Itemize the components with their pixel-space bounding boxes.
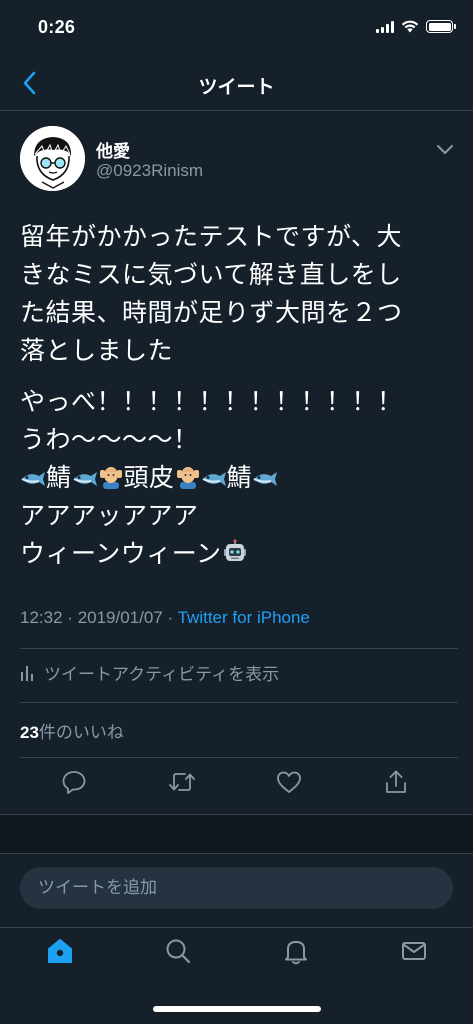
section-separator: [0, 814, 473, 854]
status-bar: 0:26: [0, 0, 473, 56]
divider: [20, 648, 458, 649]
text-line: アアアッアアア: [20, 501, 199, 530]
share-button[interactable]: [381, 767, 411, 797]
bar-chart-icon: [21, 665, 33, 681]
wifi-icon: [401, 20, 419, 33]
heart-icon: [277, 771, 301, 793]
tweet-time: 12:32: [20, 608, 63, 627]
tweet-activity-label: ツイートアクティビティを表示: [44, 665, 280, 684]
tab-search[interactable]: [163, 936, 193, 966]
tweet-date: 2019/01/07: [77, 608, 163, 627]
tab-notifications[interactable]: [281, 936, 311, 966]
bell-icon: [285, 941, 307, 965]
reply-icon: [62, 771, 86, 794]
status-time: 0:26: [38, 17, 76, 37]
home-icon: [48, 939, 72, 963]
emoji-line: 鯖 頭皮 鯖: [20, 459, 460, 497]
battery-icon: [426, 20, 456, 33]
fish-emoji-icon: [253, 472, 278, 486]
bottom-area: ツイートを追加: [0, 855, 473, 1024]
user-handle[interactable]: @0923Rinism: [96, 161, 203, 181]
status-icons: [376, 20, 456, 33]
tab-bar: [0, 927, 473, 972]
fish-emoji-icon: [73, 472, 97, 486]
tweet-activity-link[interactable]: ツイートアクティビティを表示: [20, 660, 279, 685]
like-button[interactable]: [274, 767, 304, 797]
text-fragment: ウィーンウィーン: [20, 539, 222, 568]
navigation-bar: ツイート: [0, 56, 473, 111]
likes-count-link[interactable]: 23件のいいね: [20, 718, 124, 743]
fish-emoji-icon: [202, 472, 226, 486]
likes-label: 件のいいね: [38, 723, 124, 742]
fish-emoji-icon: [21, 472, 45, 486]
mail-icon: [402, 942, 426, 960]
text-fragment: 鯖: [46, 463, 72, 492]
page-title: ツイート: [198, 77, 275, 98]
tweet-paragraph-2: やっべ！！！！！！！！！！！！ うわ〜〜〜〜！ 鯖 頭皮 鯖 アアアッアアア ウィー…: [20, 383, 460, 573]
robot-emoji-icon: [223, 539, 246, 561]
emoji-line: ウィーンウィーン: [20, 535, 460, 573]
avatar-illustration: [20, 126, 85, 191]
avatar[interactable]: [20, 126, 85, 191]
retweet-button[interactable]: [167, 767, 197, 797]
share-icon: [386, 770, 406, 793]
tweet-paragraph-1: 留年がかかったテストですが、大 きなミスに気づいて解き直しをし た結果、時間が足…: [20, 218, 460, 370]
text-line: 落としました: [20, 336, 174, 365]
text-line: やっべ！！！！！！！！！！！！: [20, 387, 403, 416]
home-indicator[interactable]: [153, 1006, 321, 1012]
text-fragment: 頭皮: [123, 463, 175, 492]
tab-messages[interactable]: [399, 936, 429, 966]
cellular-signal-icon: [376, 20, 394, 33]
text-fragment: 鯖: [226, 463, 253, 492]
tweet-text: 留年がかかったテストですが、大 きなミスに気づいて解き直しをし た結果、時間が足…: [20, 218, 460, 573]
meta-separator: ·: [167, 608, 174, 627]
display-name[interactable]: 他愛: [96, 137, 130, 162]
tweet-source-link[interactable]: Twitter for iPhone: [178, 608, 310, 627]
reply-button[interactable]: [59, 767, 89, 797]
divider: [20, 702, 458, 703]
tweet-meta: 12:32 · 2019/01/07 · Twitter for iPhone: [20, 608, 310, 628]
likes-count: 23: [20, 723, 39, 742]
head-massage-emoji-icon: [99, 467, 122, 489]
head-massage-emoji-icon: [176, 467, 199, 489]
reply-compose-input[interactable]: ツイートを追加: [20, 867, 453, 909]
chevron-down-icon[interactable]: [435, 142, 455, 156]
text-line: きなミスに気づいて解き直しをし: [20, 260, 402, 289]
divider: [20, 757, 458, 758]
search-icon: [166, 939, 191, 964]
tab-home[interactable]: [45, 936, 75, 966]
text-line: た結果、時間が足りず大問を２つ: [20, 298, 403, 327]
retweet-icon: [169, 773, 195, 791]
text-line: 留年がかかったテストですが、大: [20, 222, 403, 251]
meta-separator: ·: [67, 608, 73, 627]
text-line: うわ〜〜〜〜！: [20, 425, 199, 454]
tweet-actions: [0, 767, 473, 803]
